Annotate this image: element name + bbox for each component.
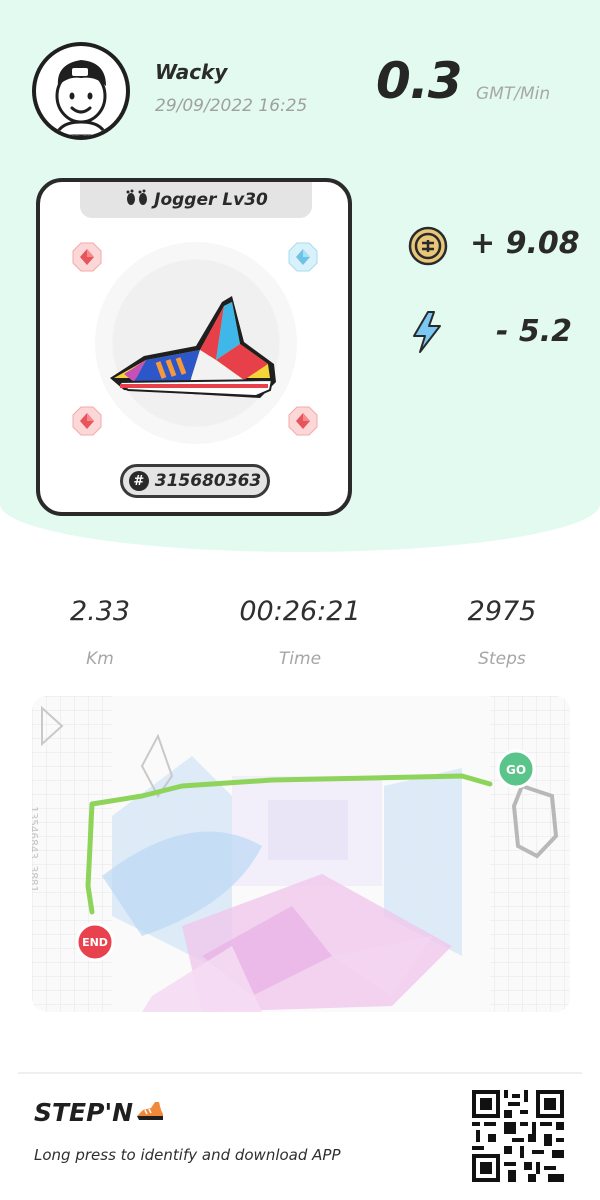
brand-name: STEP'N <box>34 1098 134 1127</box>
avatar[interactable] <box>32 42 130 140</box>
energy-reward-value: - 5.2 <box>496 314 573 349</box>
gem-socket-red[interactable] <box>72 242 102 272</box>
go-marker: GO <box>496 749 536 789</box>
sneaker-level-label: Jogger Lv30 <box>154 190 268 210</box>
gst-reward-value: + 9.08 <box>470 226 580 261</box>
lightning-bolt-icon <box>410 310 444 358</box>
gst-reward-row: + 9.08 <box>408 226 580 270</box>
go-marker-label: GO <box>506 763 526 777</box>
gem-socket-red[interactable] <box>288 406 318 436</box>
hash-icon: # <box>128 471 149 491</box>
end-marker-label: END <box>82 936 108 949</box>
gem-socket-red[interactable] <box>72 406 102 436</box>
gem-socket-blue[interactable] <box>288 242 318 272</box>
stat-distance: 2.33 Km <box>20 596 180 669</box>
end-marker: END <box>75 922 115 962</box>
sneaker-card[interactable]: Jogger Lv30 # 315680363 <box>36 178 352 516</box>
qr-code-icon[interactable] <box>472 1090 564 1182</box>
sneaker-image <box>104 286 286 406</box>
sneaker-logo-icon <box>135 1100 165 1126</box>
stat-time: 00:26:21 Time <box>220 596 380 669</box>
stat-value: 2975 <box>467 596 537 627</box>
map-watermark: 13546843 3881 <box>32 806 40 892</box>
energy-reward-row: - 5.2 <box>410 310 572 358</box>
earning-rate-unit: GMT/Min <box>476 84 551 104</box>
stat-value: 00:26:21 <box>239 596 361 627</box>
sneaker-id-badge: # 315680363 <box>120 464 270 498</box>
cartoon-avatar-icon <box>54 60 108 136</box>
sneaker-id-number: 315680363 <box>154 471 262 491</box>
username: Wacky <box>155 60 228 84</box>
stat-label: Steps <box>478 649 526 669</box>
earning-rate-value: 0.3 <box>376 52 463 110</box>
brand-logo: STEP'N <box>34 1098 165 1127</box>
stat-steps: 2975 Steps <box>422 596 582 669</box>
sneaker-level-tab: Jogger Lv30 <box>80 182 312 218</box>
download-tagline: Long press to identify and download APP <box>34 1146 341 1164</box>
route-map[interactable]: 13546843 3881 GO END <box>32 696 570 1012</box>
footprints-icon <box>124 189 150 212</box>
footer-divider <box>18 1072 582 1074</box>
run-datetime: 29/09/2022 16:25 <box>155 96 308 116</box>
stat-value: 2.33 <box>69 596 131 627</box>
stat-label: Time <box>278 649 322 669</box>
gst-coin-icon <box>408 226 448 270</box>
stat-label: Km <box>86 649 114 669</box>
